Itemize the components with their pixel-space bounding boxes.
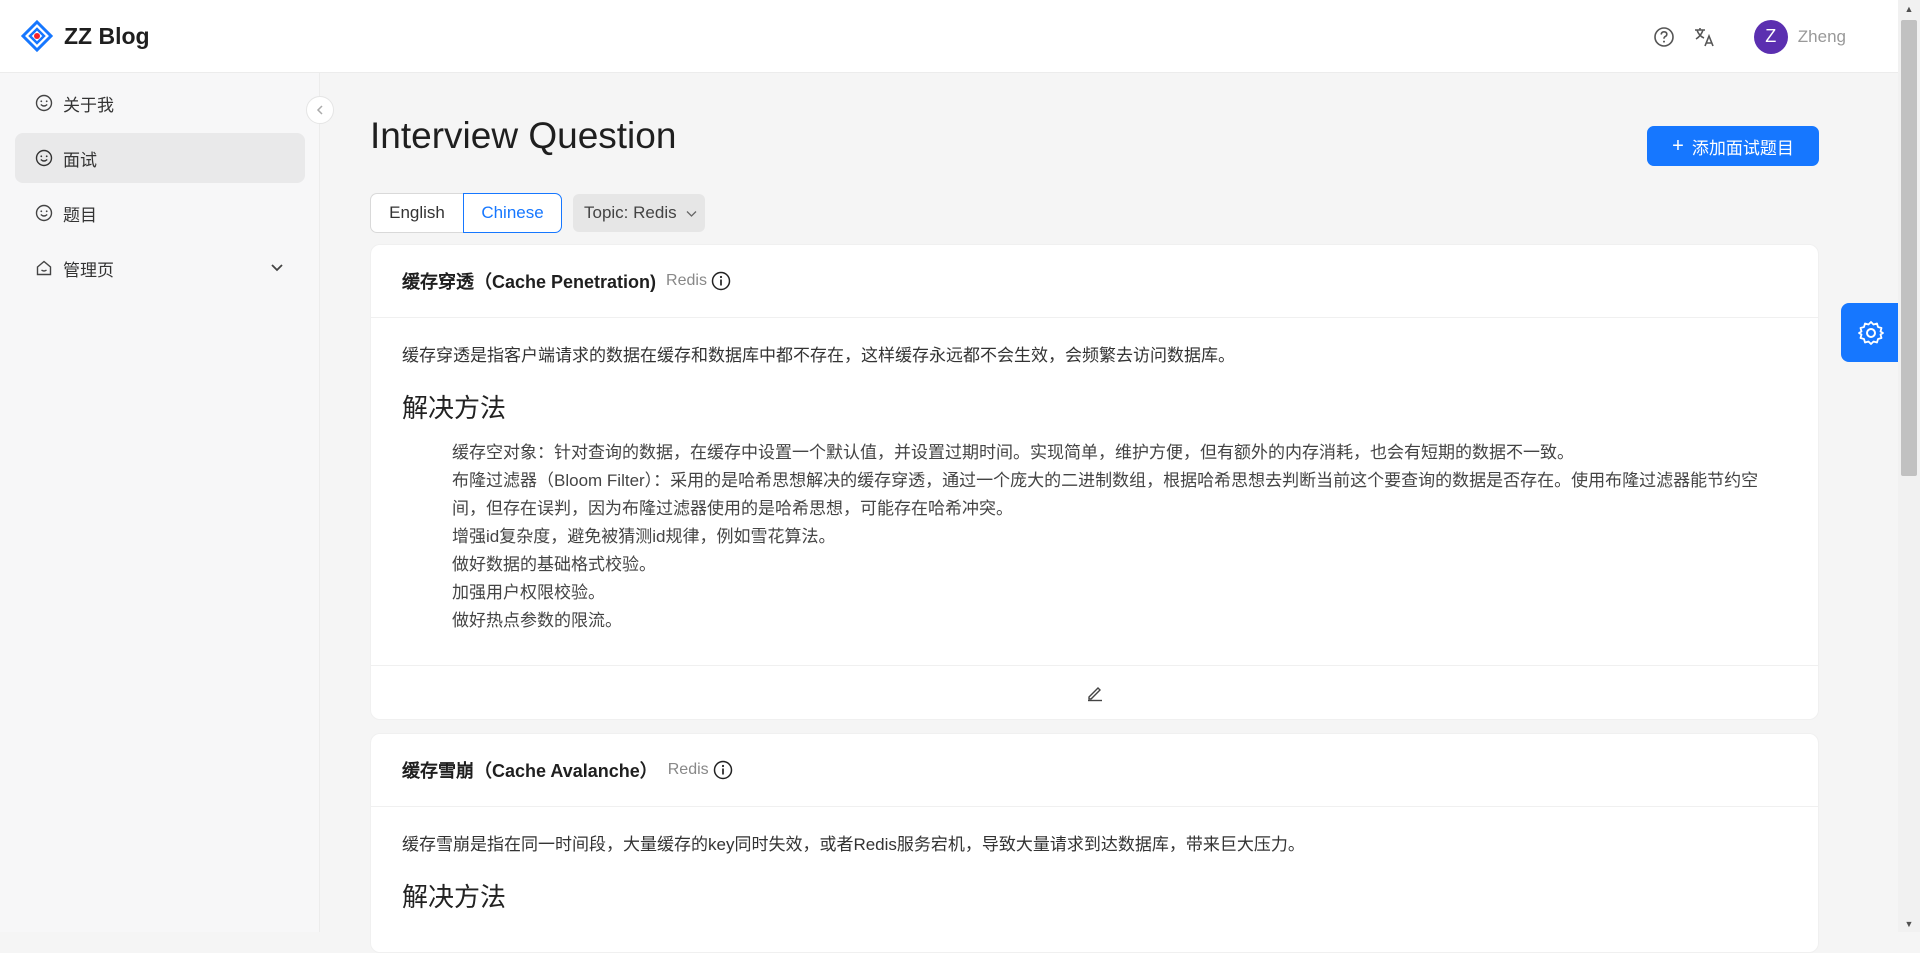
list-item: 增强id复杂度，避免被猜测id规律，例如雪花算法。 xyxy=(452,527,836,546)
user-name[interactable]: Zheng xyxy=(1798,27,1846,47)
question-title: 缓存穿透（Cache Penetration) xyxy=(402,272,657,292)
scroll-up-arrow-icon[interactable]: ▲ xyxy=(1898,0,1920,17)
app-title: ZZ Blog xyxy=(64,22,150,49)
tab-chinese[interactable]: Chinese xyxy=(463,193,562,233)
question-tag: Redis xyxy=(666,272,707,289)
list-item: 布隆过滤器（Bloom Filter）：采用的是哈希思想解决的缓存穿透，通过一个… xyxy=(452,471,1759,518)
settings-button[interactable] xyxy=(1841,303,1901,362)
edit-icon[interactable] xyxy=(1086,684,1104,702)
list-item: 做好数据的基础格式校验。 xyxy=(452,555,656,574)
list-item: 加强用户权限校验。 xyxy=(452,583,605,602)
card-actions xyxy=(371,665,1818,719)
topic-filter-label: Topic: Redis xyxy=(584,203,677,222)
sidebar-item-admin[interactable]: 管理页 xyxy=(15,243,305,293)
plus-icon: + xyxy=(1672,134,1684,157)
solution-heading: 解决方法 xyxy=(402,393,507,423)
topic-filter-dropdown[interactable]: Topic: Redis xyxy=(573,194,705,232)
list-item: 做好热点参数的限流。 xyxy=(452,611,622,630)
sidebar-item-label: 管理页 xyxy=(63,260,114,280)
question-card: 缓存雪崩（Cache Avalanche） Redis 缓存雪崩是指在同一时间段… xyxy=(370,733,1819,953)
question-card: 缓存穿透（Cache Penetration) Redis 缓存穿透是指客户端请… xyxy=(370,244,1819,720)
info-icon[interactable] xyxy=(711,271,731,291)
language-switch: English Chinese xyxy=(370,193,562,233)
logo-icon xyxy=(20,19,54,53)
sidebar-item-questions[interactable]: 题目 xyxy=(15,188,305,238)
sidebar-item-label: 关于我 xyxy=(63,95,114,115)
info-icon[interactable] xyxy=(713,760,733,780)
sidebar: 关于我 面试 题目 管理页 xyxy=(0,73,320,932)
sidebar-item-label: 题目 xyxy=(63,205,97,225)
sidebar-item-label: 面试 xyxy=(63,150,97,170)
main-content: Interview Question + 添加面试题目 English Chin… xyxy=(321,73,1898,953)
add-question-button[interactable]: + 添加面试题目 xyxy=(1647,126,1819,166)
list-item: 缓存空对象：针对查询的数据，在缓存中设置一个默认值，并设置过期时间。实现简单，维… xyxy=(452,443,1574,462)
solution-heading: 解决方法 xyxy=(402,882,507,912)
add-question-label: 添加面试题目 xyxy=(1691,138,1794,158)
smile-icon xyxy=(35,94,53,112)
translate-icon[interactable] xyxy=(1692,25,1716,49)
question-header: 缓存雪崩（Cache Avalanche） Redis xyxy=(371,734,1818,807)
question-title: 缓存雪崩（Cache Avalanche） xyxy=(402,761,658,781)
solution-list: 缓存空对象：针对查询的数据，在缓存中设置一个默认值，并设置过期时间。实现简单，维… xyxy=(402,439,1787,635)
home-icon xyxy=(36,260,52,276)
avatar[interactable]: Z xyxy=(1753,19,1788,54)
help-icon[interactable] xyxy=(1652,25,1676,49)
smile-icon xyxy=(35,204,53,222)
scroll-down-arrow-icon[interactable]: ▼ xyxy=(1898,915,1920,932)
scroll-thumb[interactable] xyxy=(1901,20,1917,476)
question-description: 缓存雪崩是指在同一时间段，大量缓存的key同时失效，或者Redis服务宕机，导致… xyxy=(402,835,1305,854)
chevron-down-icon xyxy=(271,264,283,272)
page-title: Interview Question xyxy=(370,115,677,156)
app-logo[interactable]: ZZ Blog xyxy=(20,19,150,53)
page-scrollbar[interactable]: ▲ ▼ xyxy=(1898,0,1920,932)
gear-icon xyxy=(1858,320,1884,345)
smile-icon xyxy=(35,149,53,167)
question-description: 缓存穿透是指客户端请求的数据在缓存和数据库中都不存在，这样缓存永远都不会生效，会… xyxy=(402,346,1235,365)
tab-english[interactable]: English xyxy=(370,193,463,233)
sidebar-item-about[interactable]: 关于我 xyxy=(15,78,305,128)
question-header: 缓存穿透（Cache Penetration) Redis xyxy=(371,245,1818,318)
question-tag: Redis xyxy=(667,761,709,778)
top-header: ZZ Blog Z Zheng xyxy=(0,0,1898,73)
sidebar-item-interview[interactable]: 面试 xyxy=(15,133,305,183)
chevron-down-icon xyxy=(686,210,697,217)
